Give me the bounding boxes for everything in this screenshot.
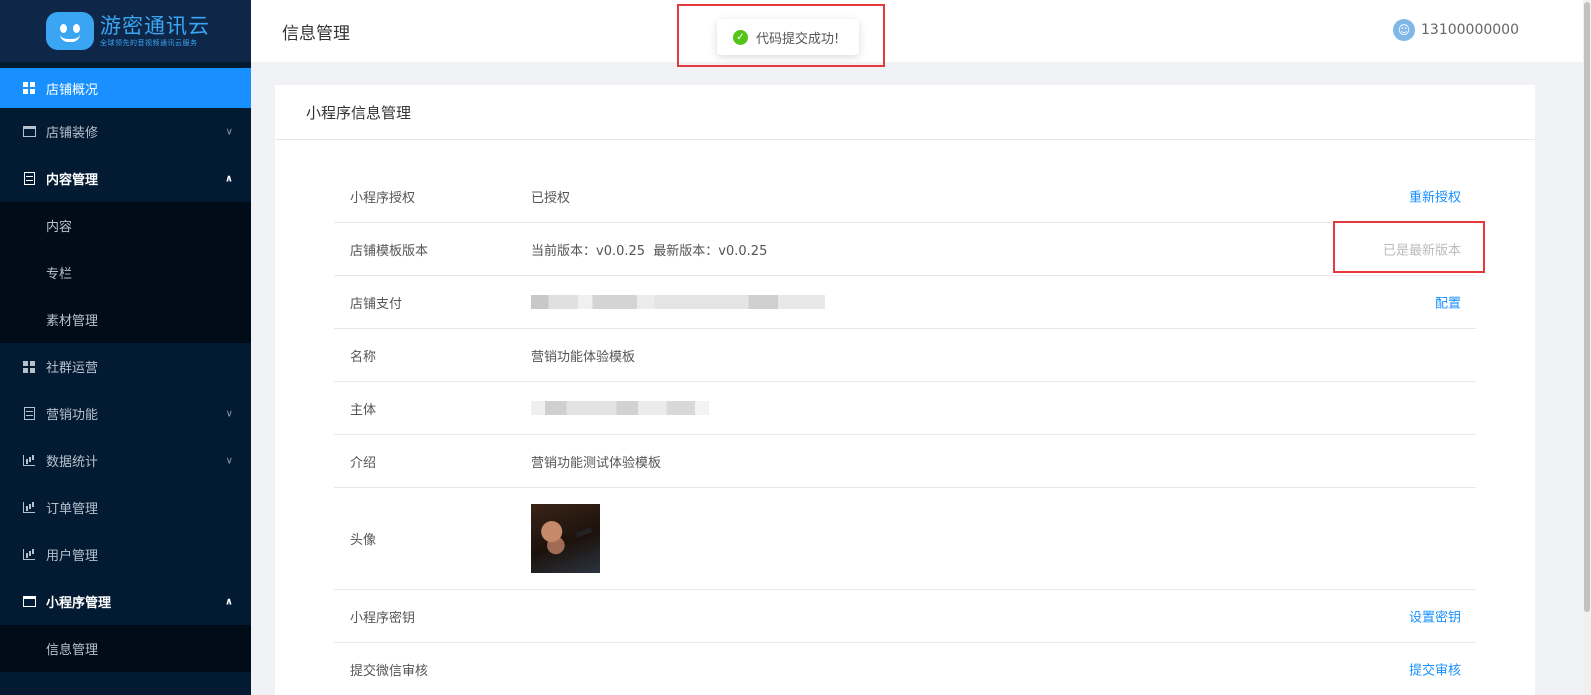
table-row: 提交微信审核 提交审核 bbox=[334, 643, 1476, 695]
store-icon bbox=[22, 595, 36, 609]
scrollbar-thumb[interactable] bbox=[1584, 2, 1590, 612]
brand-logo[interactable]: 游密通讯云 全球领先的音视频通讯云服务 bbox=[0, 0, 251, 62]
sidebar-item-community-operation[interactable]: 社群运营 bbox=[0, 343, 251, 390]
reauthorize-link[interactable]: 重新授权 bbox=[1409, 187, 1461, 206]
submenu-content-management: 内容 专栏 素材管理 bbox=[0, 202, 251, 343]
user-phone: 13100000000 bbox=[1421, 22, 1519, 38]
sidebar-item-label: 小程序管理 bbox=[46, 596, 112, 611]
submenu-miniprogram-management: 信息管理 bbox=[0, 625, 251, 672]
row-label: 店铺支付 bbox=[350, 296, 403, 312]
success-toast: ✓ 代码提交成功! bbox=[717, 19, 859, 55]
sidebar-item-user-management[interactable]: 用户管理 bbox=[0, 531, 251, 578]
row-value: 已授权 bbox=[531, 190, 571, 206]
store-icon bbox=[22, 125, 36, 139]
redacted-subject-info bbox=[531, 401, 709, 415]
sidebar-item-content-management[interactable]: 内容管理 ∧ bbox=[0, 155, 251, 202]
miniprogram-info-card: 小程序信息管理 小程序授权 已授权 重新授权 店铺模板版本 当前版本：v0.0.… bbox=[275, 85, 1535, 695]
dashboard-icon bbox=[22, 360, 36, 374]
set-secret-key-link[interactable]: 设置密钥 bbox=[1409, 607, 1461, 626]
sidebar-item-label: 店铺装修 bbox=[46, 126, 99, 141]
toast-message: 代码提交成功! bbox=[756, 31, 840, 47]
row-label: 名称 bbox=[350, 349, 377, 365]
document-icon bbox=[22, 172, 36, 186]
row-label: 主体 bbox=[350, 402, 377, 418]
row-label: 提交微信审核 bbox=[350, 663, 429, 679]
toast-highlight-frame: ✓ 代码提交成功! bbox=[677, 4, 885, 67]
table-row: 主体 bbox=[334, 382, 1476, 435]
avatar: ☺ bbox=[1393, 19, 1416, 41]
sidebar-item-label: 专栏 bbox=[46, 267, 73, 282]
table-row: 小程序密钥 设置密钥 bbox=[334, 590, 1476, 643]
table-row: 名称 营销功能体验模板 bbox=[334, 329, 1476, 382]
configure-link[interactable]: 配置 bbox=[1435, 293, 1461, 312]
sidebar-item-material-management[interactable]: 素材管理 bbox=[0, 296, 251, 343]
row-label: 小程序密钥 bbox=[350, 610, 416, 626]
table-row: 小程序授权 已授权 重新授权 bbox=[334, 170, 1476, 223]
app-root: 游密通讯云 全球领先的音视频通讯云服务 店铺概况 店铺装修 ∨ 内容管理 ∧ 内… bbox=[0, 0, 1591, 695]
brand-title: 游密通讯云 bbox=[100, 14, 210, 38]
row-value: 营销功能体验模板 bbox=[531, 349, 636, 365]
row-value: 营销功能测试体验模板 bbox=[531, 455, 662, 471]
sidebar-item-order-management[interactable]: 订单管理 bbox=[0, 484, 251, 531]
brand-chat-icon bbox=[46, 12, 94, 50]
chevron-down-icon: ∨ bbox=[225, 408, 233, 419]
row-label: 店铺模板版本 bbox=[350, 243, 429, 259]
latest-version-highlight-frame bbox=[1333, 221, 1485, 273]
sidebar-item-content[interactable]: 内容 bbox=[0, 202, 251, 249]
sidebar-item-store-overview[interactable]: 店铺概况 bbox=[0, 68, 251, 108]
sidebar-item-label: 店铺概况 bbox=[46, 82, 99, 98]
bar-chart-icon bbox=[22, 454, 36, 468]
sidebar-item-label: 社群运营 bbox=[46, 361, 99, 376]
sidebar-item-label: 营销功能 bbox=[46, 408, 99, 423]
top-header: 信息管理 ☺ 13100000000 bbox=[251, 0, 1591, 62]
sidebar-item-label: 用户管理 bbox=[46, 549, 99, 564]
page-title: 信息管理 bbox=[282, 23, 350, 44]
table-row: 介绍 营销功能测试体验模板 bbox=[334, 435, 1476, 488]
check-circle-icon: ✓ bbox=[733, 29, 748, 45]
redacted-payment-info bbox=[531, 295, 825, 309]
chevron-up-icon: ∧ bbox=[224, 173, 233, 184]
row-label: 头像 bbox=[350, 533, 377, 548]
submit-review-link[interactable]: 提交审核 bbox=[1409, 660, 1461, 679]
vertical-scrollbar[interactable] bbox=[1583, 0, 1591, 695]
info-table: 小程序授权 已授权 重新授权 店铺模板版本 当前版本：v0.0.25 最新版本：… bbox=[334, 170, 1476, 695]
sidebar-item-data-statistics[interactable]: 数据统计 ∨ bbox=[0, 437, 251, 484]
sidebar-item-label: 数据统计 bbox=[46, 455, 99, 470]
bar-chart-icon bbox=[22, 501, 36, 515]
dashboard-icon bbox=[22, 81, 36, 95]
sidebar-item-store-decoration[interactable]: 店铺装修 ∨ bbox=[0, 108, 251, 155]
card-title: 小程序信息管理 bbox=[275, 85, 1535, 140]
sidebar-item-label: 订单管理 bbox=[46, 502, 99, 517]
sidebar-item-label: 素材管理 bbox=[46, 314, 99, 329]
chevron-down-icon: ∨ bbox=[225, 455, 233, 466]
sidebar: 游密通讯云 全球领先的音视频通讯云服务 店铺概况 店铺装修 ∨ 内容管理 ∧ 内… bbox=[0, 0, 251, 695]
bar-chart-icon bbox=[22, 548, 36, 562]
row-label: 小程序授权 bbox=[350, 190, 416, 206]
row-label: 介绍 bbox=[350, 455, 377, 471]
table-row: 头像 bbox=[334, 488, 1476, 590]
sidebar-item-miniprogram-management[interactable]: 小程序管理 ∧ bbox=[0, 578, 251, 625]
sidebar-item-label: 信息管理 bbox=[46, 643, 99, 658]
sidebar-item-marketing[interactable]: 营销功能 ∨ bbox=[0, 390, 251, 437]
table-row: 店铺支付 配置 bbox=[334, 276, 1476, 329]
brand-subtitle: 全球领先的音视频通讯云服务 bbox=[100, 39, 198, 47]
sidebar-item-label: 内容管理 bbox=[46, 173, 99, 188]
user-menu[interactable]: ☺ 13100000000 bbox=[1393, 19, 1519, 41]
chevron-down-icon: ∨ bbox=[225, 126, 233, 137]
document-icon bbox=[22, 407, 36, 421]
sidebar-item-info-management[interactable]: 信息管理 bbox=[0, 625, 251, 672]
sidebar-item-label: 内容 bbox=[46, 220, 73, 235]
table-row: 店铺模板版本 当前版本：v0.0.25 最新版本：v0.0.25 已是最新版本 bbox=[334, 223, 1476, 276]
chevron-up-icon: ∧ bbox=[224, 596, 233, 607]
sidebar-item-column[interactable]: 专栏 bbox=[0, 249, 251, 296]
avatar-image bbox=[531, 504, 600, 573]
